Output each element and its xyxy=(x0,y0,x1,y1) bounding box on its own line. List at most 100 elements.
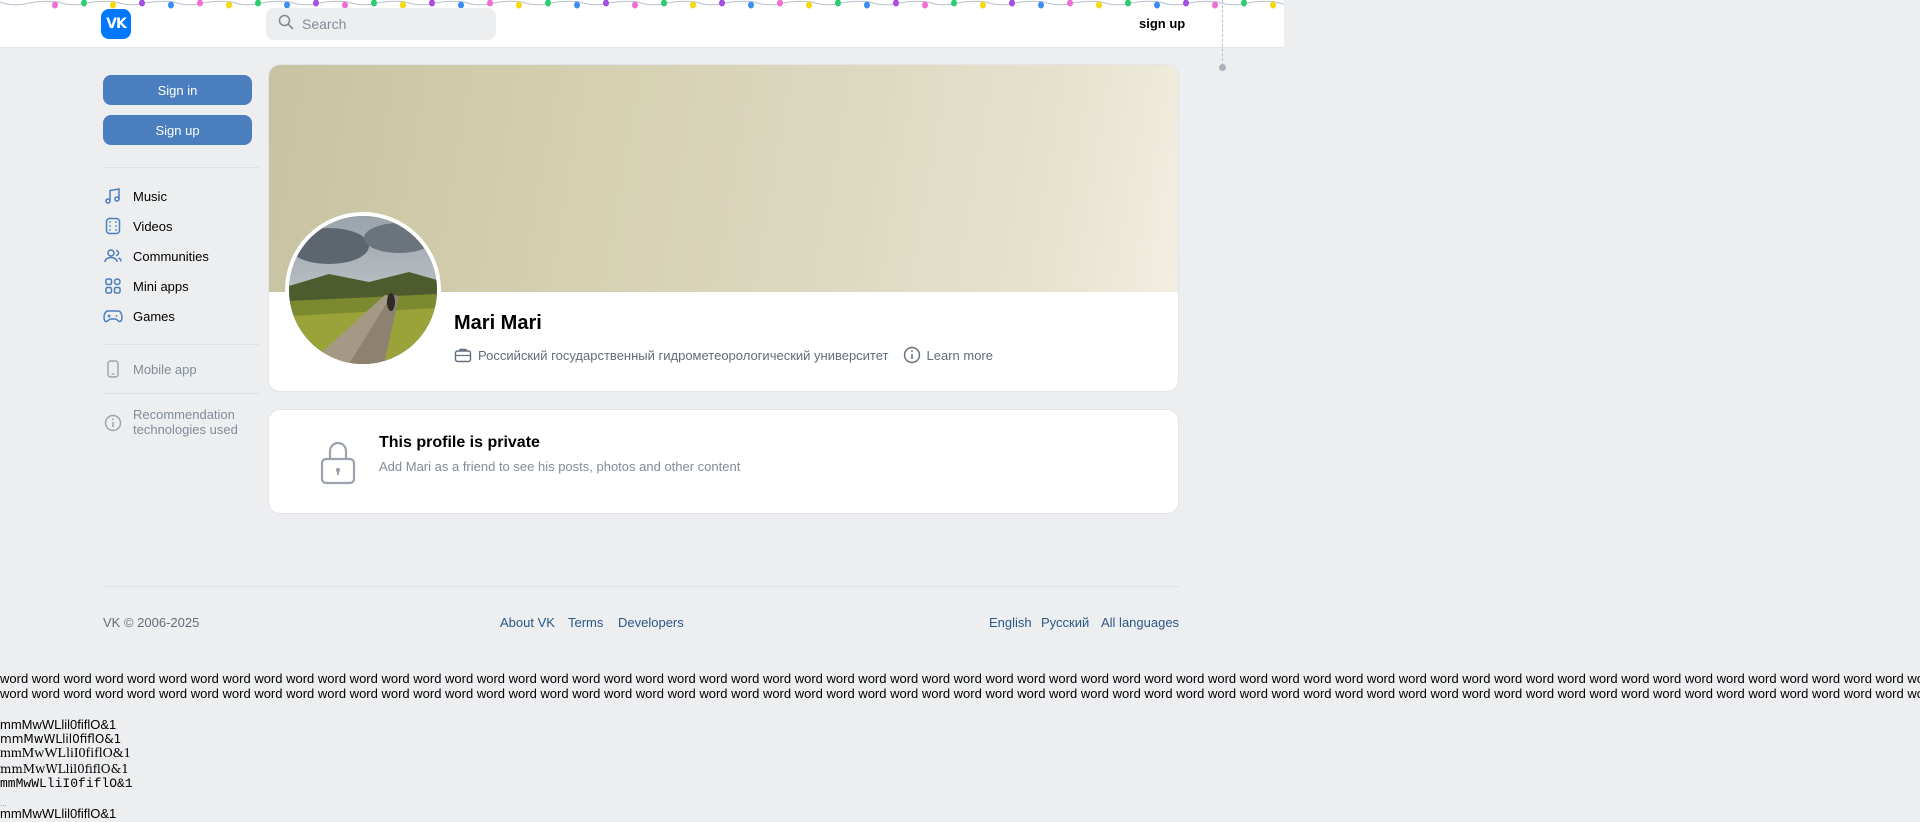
garland-bulb xyxy=(197,0,203,7)
garland-bulb xyxy=(893,0,899,7)
garland-bulb xyxy=(922,1,928,9)
info-icon xyxy=(903,346,921,364)
garland-bulb xyxy=(748,1,754,9)
search-input[interactable] xyxy=(302,16,482,32)
font-sample-line: mmMwWLlil0fiflO&1 xyxy=(0,762,129,776)
font-sample-line: mmMwWLliI0fiflO&1 xyxy=(0,746,131,761)
garland-bulb xyxy=(806,1,812,9)
sidebar-item-recommendation[interactable]: Recommendation technologies used xyxy=(103,407,273,439)
garland-bulb xyxy=(52,1,58,9)
footer-link-about[interactable]: About VK xyxy=(500,615,555,630)
search-icon xyxy=(278,14,294,35)
garland-bulb xyxy=(1096,1,1102,9)
garland-bulb xyxy=(980,1,986,9)
lock-icon xyxy=(318,439,358,485)
sidebar-divider xyxy=(103,344,259,345)
garland-bulb xyxy=(777,0,783,7)
garland-bulb xyxy=(226,1,232,9)
garland-bulb xyxy=(1125,0,1131,7)
profile-name: Mari Mari xyxy=(454,312,542,334)
test-words-block: word word word word word word word word … xyxy=(0,671,1920,701)
footer-link-terms[interactable]: Terms xyxy=(568,615,603,630)
font-sample-line: mmMwWLliI0fiflO&1 xyxy=(0,776,133,791)
garland-bulb xyxy=(81,0,87,7)
header-signup-link[interactable]: sign up xyxy=(1139,16,1185,31)
sidebar-item-label: Recommendation technologies used xyxy=(133,407,238,437)
private-title: This profile is private xyxy=(379,434,540,451)
footer-lang-english[interactable]: English xyxy=(989,615,1032,630)
briefcase-icon xyxy=(454,346,472,364)
footer-divider xyxy=(103,586,1179,587)
garland-bulb xyxy=(719,0,725,7)
garland-bulb xyxy=(487,0,493,7)
sidebar-item-games[interactable]: Games xyxy=(103,305,175,327)
sidebar-item-videos[interactable]: Videos xyxy=(103,215,173,237)
font-sample-line: mmMwWLlil0fiflO&1 xyxy=(0,732,122,746)
garland-bulb xyxy=(603,0,609,7)
profile-university: Российский государственный гидрометеорол… xyxy=(478,347,889,363)
garland-bulb xyxy=(690,1,696,9)
garland-knob[interactable] xyxy=(1219,64,1226,71)
garland-bulb xyxy=(429,0,435,7)
signup-button[interactable]: Sign up xyxy=(103,115,252,145)
test-words-line: word word word word word word word word … xyxy=(0,686,1920,701)
garland-bulb xyxy=(110,1,116,9)
gamepad-icon xyxy=(103,306,123,326)
sidebar-item-label: Communities xyxy=(133,248,209,264)
learn-more-label: Learn more xyxy=(926,347,993,363)
profile-meta: Российский государственный гидрометеорол… xyxy=(454,345,993,365)
search-box[interactable] xyxy=(266,8,496,40)
garland-bulb xyxy=(632,1,638,9)
garland-bulb xyxy=(168,1,174,9)
profile-avatar[interactable] xyxy=(285,212,441,368)
footer-lang-russian[interactable]: Русский xyxy=(1041,615,1089,630)
garland-bulb xyxy=(574,1,580,9)
garland-bulb xyxy=(1270,1,1276,9)
sidebar-item-label: Mobile app xyxy=(133,361,197,377)
phone-icon xyxy=(103,359,123,379)
font-sample-line: mmMwWLlil0fiflO&1 xyxy=(0,806,117,821)
font-sample-line: mmMwWLlil0fiflO&1 xyxy=(0,717,117,732)
signin-button[interactable]: Sign in xyxy=(103,75,252,105)
garland-bulb xyxy=(835,0,841,7)
garland-bulb xyxy=(661,0,667,7)
private-subtitle: Add Mari as a friend to see his posts, p… xyxy=(379,459,741,474)
sidebar-item-mobile-app[interactable]: Mobile app xyxy=(103,358,197,380)
garland-bulb xyxy=(139,0,145,7)
garland-string xyxy=(1222,0,1223,66)
top-header: VK sign up xyxy=(0,0,1284,48)
garland-bulb xyxy=(1067,0,1073,7)
sidebar-item-label: Music xyxy=(133,188,167,204)
garland-bulb xyxy=(516,1,522,9)
sidebar-item-mini-apps[interactable]: Mini apps xyxy=(103,275,189,297)
learn-more-link[interactable]: Learn more xyxy=(903,346,993,364)
vk-logo[interactable]: VK xyxy=(101,9,131,39)
users-icon xyxy=(103,246,123,266)
test-words-line: word word word word word word word word … xyxy=(0,671,1920,686)
sidebar-item-label: Games xyxy=(133,308,175,324)
music-note-icon xyxy=(103,186,123,206)
garland-bulb xyxy=(951,0,957,7)
sidebar-item-music[interactable]: Music xyxy=(103,185,167,207)
garland-bulb xyxy=(864,1,870,9)
sidebar-item-label: Videos xyxy=(133,218,173,234)
info-icon xyxy=(103,413,123,433)
garland-bulb xyxy=(1241,0,1247,7)
video-icon xyxy=(103,216,123,236)
garland-bulb xyxy=(1183,0,1189,7)
sidebar-divider xyxy=(103,167,259,168)
sidebar-item-label: Mini apps xyxy=(133,278,189,294)
garland-bulb xyxy=(1038,1,1044,9)
garland-bulb xyxy=(1154,1,1160,9)
sidebar-item-communities[interactable]: Communities xyxy=(103,245,209,267)
garland-bulb xyxy=(313,0,319,7)
garland-bulb xyxy=(545,0,551,7)
holiday-garland xyxy=(0,0,1284,12)
footer-lang-all[interactable]: All languages xyxy=(1101,615,1179,630)
garland-bulb xyxy=(255,0,261,7)
footer-link-developers[interactable]: Developers xyxy=(618,615,684,630)
footer-copyright: VK © 2006-2025 xyxy=(103,615,200,630)
garland-bulb xyxy=(371,0,377,7)
garland-wire xyxy=(0,0,1284,6)
garland-bulb xyxy=(1212,1,1218,9)
